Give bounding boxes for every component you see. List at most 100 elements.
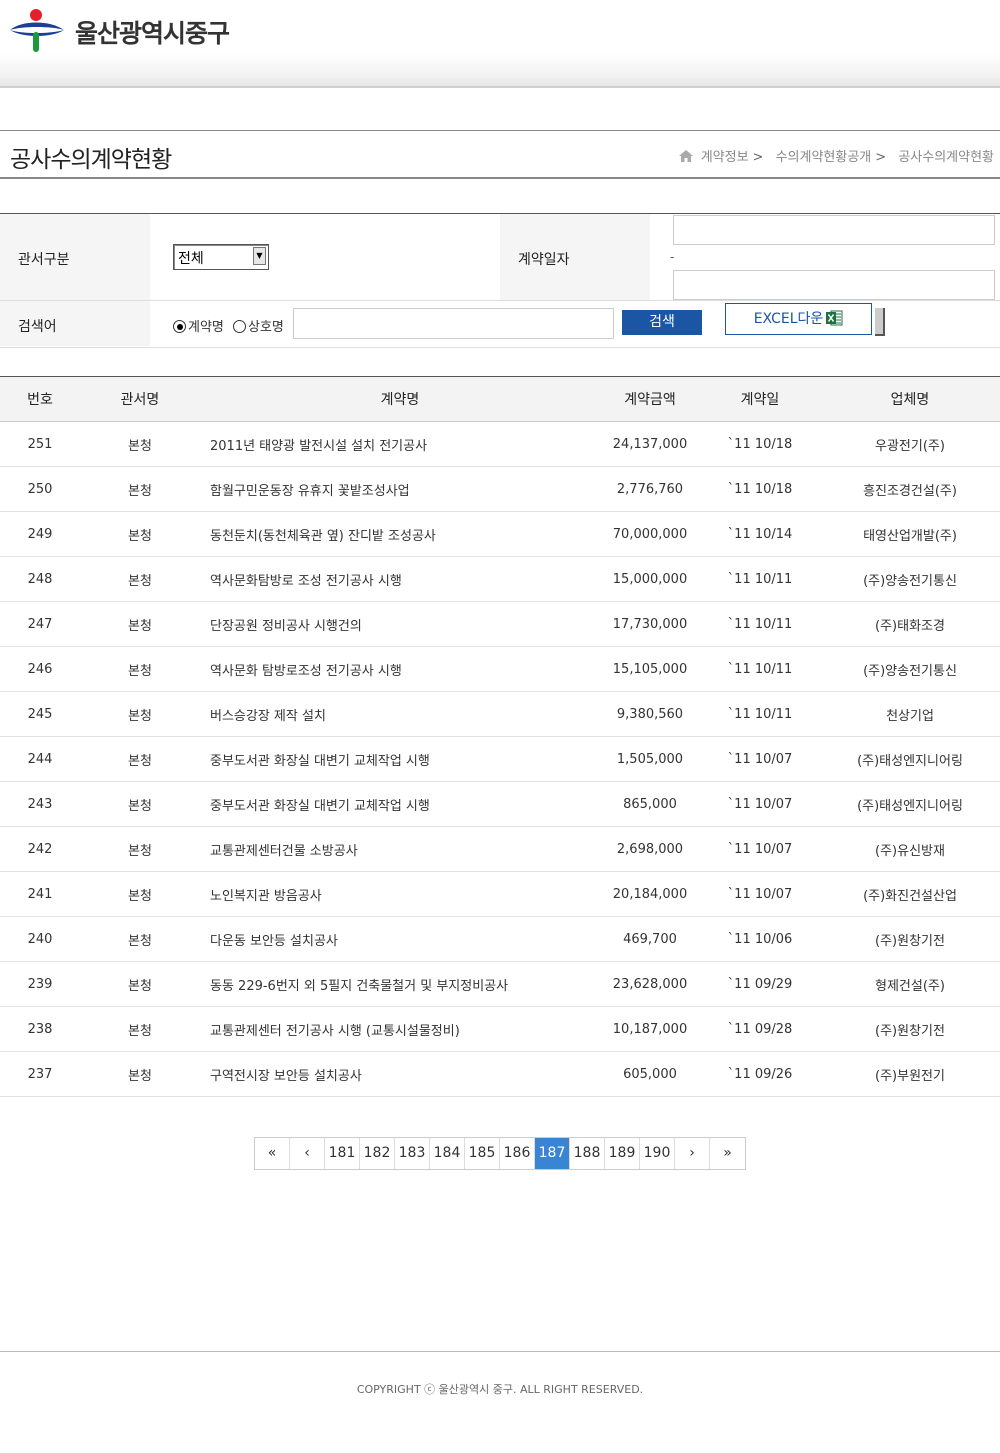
cell-contract-name[interactable]: 노인복지관 방음공사 [200, 871, 600, 917]
page-183[interactable]: 183 [395, 1138, 430, 1169]
cell-contract-name[interactable]: 동동 229-6번지 외 5필지 건축물철거 및 부지정비공사 [200, 961, 600, 1007]
page-185[interactable]: 185 [465, 1138, 500, 1169]
site-footer: COPYRIGHT ⓒ 울산광역시 중구. ALL RIGHT RESERVED… [0, 1351, 1000, 1453]
breadcrumb-item-private-contract[interactable]: 수의계약현황공개 [776, 150, 872, 165]
table-row[interactable]: 237 본청 구역전시장 보안등 설치공사 605,000 `11 09/26 (주)부원… [0, 1051, 1000, 1097]
cell-date: `11 09/29 [700, 961, 820, 1007]
date-separator: - [670, 250, 675, 264]
table-row[interactable]: 242 본청 교통관제센터건물 소방공사 2,698,000 `11 10/07 (주)유… [0, 826, 1000, 872]
table-row[interactable]: 240 본청 다운동 보안등 설치공사 469,700 `11 10/06 (주)원창기전 [0, 916, 1000, 962]
cell-contract-name[interactable]: 버스승강장 제작 설치 [200, 691, 600, 737]
cell-amount: 23,628,000 [600, 961, 700, 1007]
cell-contract-name[interactable]: 역사문화 탐방로조성 전기공사 시행 [200, 646, 600, 692]
cell-office: 본청 [80, 1051, 200, 1097]
home-icon[interactable] [678, 150, 693, 162]
cell-contract-name[interactable]: 교통관제센터건물 소방공사 [200, 826, 600, 872]
last-page-button[interactable]: » [710, 1138, 745, 1169]
radio-company-label: 상호명 [248, 320, 284, 335]
cell-company: (주)태성엔지니어링 [820, 736, 1000, 782]
cell-number: 247 [0, 601, 80, 647]
cell-number: 239 [0, 961, 80, 1007]
cell-company: (주)유신방재 [820, 826, 1000, 872]
cell-company: (주)양송전기통신 [820, 646, 1000, 692]
office-select[interactable]: 전체 ▼ [173, 244, 269, 270]
cell-contract-name[interactable]: 다운동 보안등 설치공사 [200, 916, 600, 962]
next-page-button[interactable]: › [675, 1138, 710, 1169]
radio-contract-name[interactable]: 계약명 [173, 316, 224, 335]
cell-contract-name[interactable]: 2011년 태양광 발전시설 설치 전기공사 [200, 421, 600, 467]
cell-number: 249 [0, 511, 80, 557]
table-row[interactable]: 238 본청 교통관제센터 전기공사 시행 (교통시설물정비) 10,187,000 `… [0, 1006, 1000, 1052]
keyword-label: 검색어 [18, 319, 57, 335]
page-187-current[interactable]: 187 [535, 1138, 570, 1169]
page-190[interactable]: 190 [640, 1138, 675, 1169]
cell-company: (주)태성엔지니어링 [820, 781, 1000, 827]
table-row[interactable]: 244 본청 중부도서관 화장실 대변기 교체작업 시행 1,505,000 `11 1… [0, 736, 1000, 782]
breadcrumb-item-contract-info[interactable]: 계약정보 [701, 150, 749, 165]
search-button[interactable]: 검색 [622, 310, 702, 335]
page-186[interactable]: 186 [500, 1138, 535, 1169]
radio-unchecked-icon[interactable] [233, 320, 246, 333]
cell-amount: 15,105,000 [600, 646, 700, 692]
cell-contract-name[interactable]: 중부도서관 화장실 대변기 교체작업 시행 [200, 736, 600, 782]
cell-amount: 70,000,000 [600, 511, 700, 557]
cell-date: `11 10/18 [700, 466, 820, 512]
page-182[interactable]: 182 [360, 1138, 395, 1169]
table-header-row: 번호 관서명 계약명 계약금액 계약일 업체명 [0, 376, 1000, 422]
cell-amount: 20,184,000 [600, 871, 700, 917]
cell-company: (주)화진건설산업 [820, 871, 1000, 917]
table-row[interactable]: 247 본청 단장공원 정비공사 시행건의 17,730,000 `11 10/11 (주… [0, 601, 1000, 647]
first-page-button[interactable]: « [255, 1138, 290, 1169]
cell-company: 태영산업개발(주) [820, 511, 1000, 557]
page-181[interactable]: 181 [325, 1138, 360, 1169]
cell-contract-name[interactable]: 동천둔치(동천체육관 옆) 잔디밭 조성공사 [200, 511, 600, 557]
search-form: 관서구분 전체 ▼ 계약일자 - 검색어 계약명 상호명 검색 EXCEL다운 [0, 213, 1000, 348]
radio-company-name[interactable]: 상호명 [233, 316, 284, 335]
cell-contract-name[interactable]: 함월구민운동장 유휴지 꽃밭조성사업 [200, 466, 600, 512]
table-row[interactable]: 245 본청 버스승강장 제작 설치 9,380,560 `11 10/11 천상기업 [0, 691, 1000, 737]
page-189[interactable]: 189 [605, 1138, 640, 1169]
date-start-input[interactable] [673, 215, 995, 245]
radio-contract-label: 계약명 [188, 320, 224, 335]
table-row[interactable]: 239 본청 동동 229-6번지 외 5필지 건축물철거 및 부지정비공사 23,6… [0, 961, 1000, 1007]
date-label: 계약일자 [518, 252, 570, 268]
cell-number: 245 [0, 691, 80, 737]
breadcrumb-separator: > [875, 150, 887, 165]
page-184[interactable]: 184 [430, 1138, 465, 1169]
column-header-company: 업체명 [820, 376, 1000, 422]
table-row[interactable]: 248 본청 역사문화탐방로 조성 전기공사 시행 15,000,000 `11 10/… [0, 556, 1000, 602]
cell-date: `11 10/11 [700, 646, 820, 692]
table-row[interactable]: 251 본청 2011년 태양광 발전시설 설치 전기공사 24,137,000 `11… [0, 421, 1000, 467]
cell-contract-name[interactable]: 교통관제센터 전기공사 시행 (교통시설물정비) [200, 1006, 600, 1052]
cell-contract-name[interactable]: 역사문화탐방로 조성 전기공사 시행 [200, 556, 600, 602]
cell-office: 본청 [80, 466, 200, 512]
excel-download-button[interactable]: EXCEL다운 [725, 303, 872, 335]
table-row[interactable]: 250 본청 함월구민운동장 유휴지 꽃밭조성사업 2,776,760 `11 10/1… [0, 466, 1000, 512]
cell-contract-name[interactable]: 구역전시장 보안등 설치공사 [200, 1051, 600, 1097]
page-188[interactable]: 188 [570, 1138, 605, 1169]
column-header-amount: 계약금액 [600, 376, 700, 422]
ulsan-junggu-logo-icon[interactable] [8, 8, 70, 54]
radio-checked-icon[interactable] [173, 320, 186, 333]
date-label-cell: 계약일자 [500, 214, 650, 300]
cell-office: 본청 [80, 916, 200, 962]
table-row[interactable]: 241 본청 노인복지관 방음공사 20,184,000 `11 10/07 (주)화진건… [0, 871, 1000, 917]
table-row[interactable]: 249 본청 동천둔치(동천체육관 옆) 잔디밭 조성공사 70,000,000 `11… [0, 511, 1000, 557]
search-input[interactable] [293, 308, 614, 339]
table-row[interactable]: 243 본청 중부도서관 화장실 대변기 교체작업 시행 865,000 `11 10/… [0, 781, 1000, 827]
cell-number: 251 [0, 421, 80, 467]
cell-office: 본청 [80, 691, 200, 737]
date-end-input[interactable] [673, 270, 995, 300]
table-row[interactable]: 246 본청 역사문화 탐방로조성 전기공사 시행 15,105,000 `11 10/… [0, 646, 1000, 692]
cell-contract-name[interactable]: 중부도서관 화장실 대변기 교체작업 시행 [200, 781, 600, 827]
cell-number: 246 [0, 646, 80, 692]
cell-contract-name[interactable]: 단장공원 정비공사 시행건의 [200, 601, 600, 647]
breadcrumb: 계약정보 > 수의계약현황공개 > 공사수의계약현황 [678, 146, 998, 165]
cell-amount: 15,000,000 [600, 556, 700, 602]
excel-icon [826, 310, 843, 326]
chevron-down-icon[interactable]: ▼ [253, 247, 266, 265]
column-header-office: 관서명 [80, 376, 200, 422]
site-name[interactable]: 울산광역시중구 [75, 14, 230, 50]
prev-page-button[interactable]: ‹ [290, 1138, 325, 1169]
cell-office: 본청 [80, 1006, 200, 1052]
